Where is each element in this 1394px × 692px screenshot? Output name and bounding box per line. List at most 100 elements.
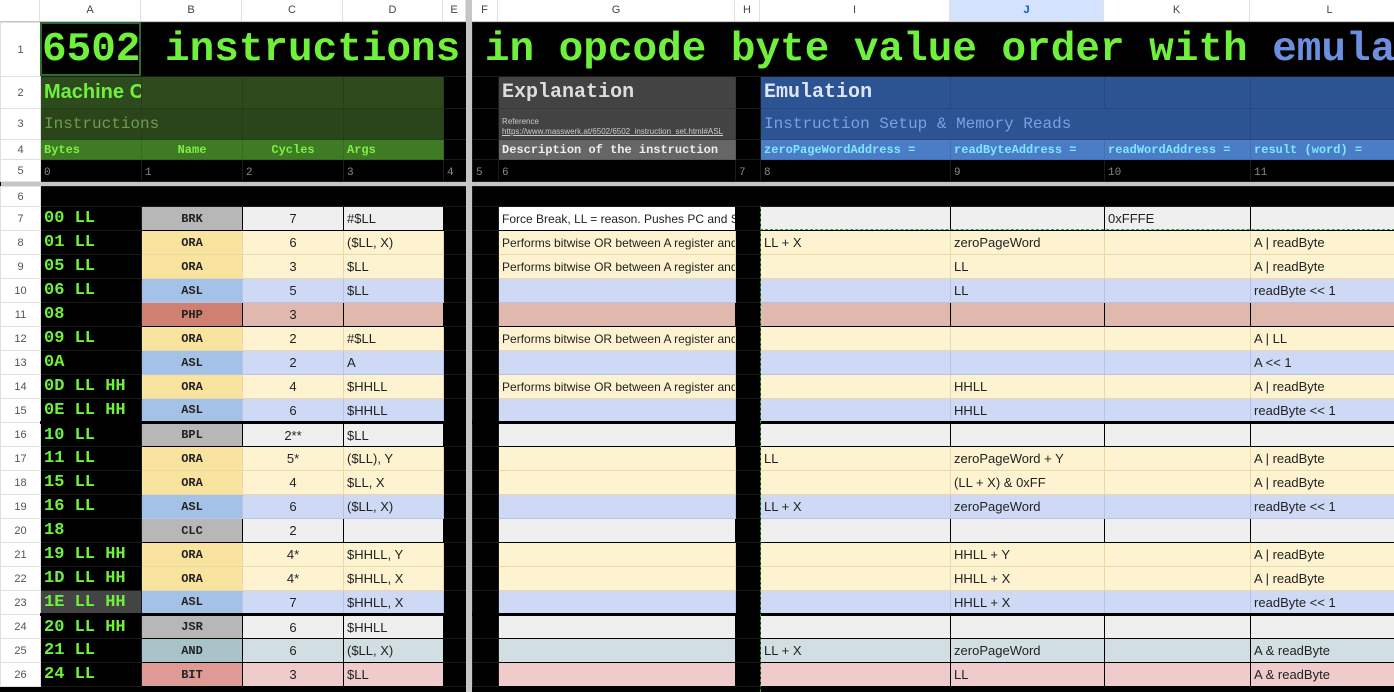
- read-byte-address-cell[interactable]: (LL + X) & 0xFF: [950, 470, 1106, 495]
- read-byte-address-cell[interactable]: HHLL: [950, 374, 1106, 399]
- zero-page-word-address-cell[interactable]: [760, 542, 952, 567]
- description-cell[interactable]: Performs bitwise OR between A register a…: [498, 230, 737, 255]
- spacer-cell[interactable]: [735, 302, 762, 327]
- spacer-cell[interactable]: [472, 302, 500, 327]
- opcode-bytes-cell[interactable]: 09 LL: [40, 326, 142, 351]
- spacer-cell[interactable]: [442, 374, 468, 399]
- read-word-address-cell[interactable]: [1104, 614, 1252, 639]
- spacer-cell[interactable]: [735, 206, 762, 231]
- description-cell[interactable]: [498, 446, 737, 471]
- row-header[interactable]: 9: [0, 254, 41, 279]
- read-word-address-cell[interactable]: [1104, 638, 1252, 663]
- read-word-address-cell[interactable]: [1104, 518, 1252, 543]
- reference-cell[interactable]: Reference https://www.masswerk.at/6502/6…: [498, 108, 737, 140]
- header-cycles[interactable]: Cycles: [242, 139, 344, 160]
- read-word-address-cell[interactable]: [1104, 374, 1252, 399]
- description-cell[interactable]: [498, 614, 737, 639]
- zero-page-word-address-cell[interactable]: [760, 590, 952, 616]
- result-cell[interactable]: A | readByte: [1250, 446, 1394, 471]
- column-header-e[interactable]: E: [443, 0, 466, 21]
- description-cell[interactable]: [498, 638, 737, 663]
- description-cell[interactable]: [498, 590, 737, 616]
- zero-page-word-address-cell[interactable]: [760, 614, 952, 639]
- spacer-cell[interactable]: [442, 470, 468, 495]
- args-cell[interactable]: $HHLL, X: [343, 590, 444, 616]
- cycles-cell[interactable]: 5: [242, 278, 344, 303]
- spacer-cell[interactable]: [472, 614, 500, 639]
- spacer-cell[interactable]: [472, 326, 500, 351]
- result-cell[interactable]: A | readByte: [1250, 470, 1394, 495]
- machine-code-heading[interactable]: Machine Code: [40, 76, 142, 109]
- spacer-cell[interactable]: [472, 638, 500, 663]
- spacer-cell[interactable]: [472, 662, 500, 687]
- row-header[interactable]: 1: [0, 22, 41, 77]
- spacer-cell[interactable]: [472, 566, 500, 591]
- reference-link[interactable]: https://www.masswerk.at/6502/6502_instru…: [502, 127, 732, 137]
- header-description[interactable]: Description of the instruction: [498, 139, 737, 160]
- column-header-g[interactable]: G: [498, 0, 735, 21]
- read-word-address-cell[interactable]: [1104, 494, 1252, 519]
- spacer-cell[interactable]: [442, 662, 468, 687]
- read-word-address-cell[interactable]: [1104, 326, 1252, 351]
- read-byte-address-cell[interactable]: [950, 350, 1106, 375]
- column-header-c[interactable]: C: [242, 0, 343, 21]
- read-byte-address-cell[interactable]: [950, 326, 1106, 351]
- cycles-cell[interactable]: 6: [242, 230, 344, 255]
- mnemonic-cell[interactable]: ORA: [141, 230, 243, 255]
- spacer-cell[interactable]: [735, 638, 762, 663]
- column-index[interactable]: 5: [472, 159, 500, 182]
- args-cell[interactable]: $HHLL, Y: [343, 542, 444, 567]
- opcode-bytes-cell[interactable]: 19 LL HH: [40, 542, 142, 567]
- header-read-word-address[interactable]: readWordAddress =: [1104, 139, 1252, 160]
- mnemonic-cell[interactable]: PHP: [141, 302, 243, 327]
- read-word-address-cell[interactable]: [1104, 422, 1252, 447]
- mnemonic-cell[interactable]: CLC: [141, 518, 243, 543]
- zero-page-word-address-cell[interactable]: LL + X: [760, 230, 952, 255]
- row-header[interactable]: 25: [0, 638, 41, 663]
- cycles-cell[interactable]: 7: [242, 590, 344, 616]
- emulation-heading[interactable]: Emulation: [760, 76, 952, 109]
- zero-page-word-address-cell[interactable]: [760, 350, 952, 375]
- opcode-bytes-cell[interactable]: 21 LL: [40, 638, 142, 663]
- mnemonic-cell[interactable]: ASL: [141, 278, 243, 303]
- cycles-cell[interactable]: 5*: [242, 446, 344, 471]
- opcode-bytes-cell[interactable]: 24 LL: [40, 662, 142, 687]
- result-cell[interactable]: A | readByte: [1250, 254, 1394, 279]
- spacer-cell[interactable]: [735, 278, 762, 303]
- row-header[interactable]: 10: [0, 278, 41, 303]
- opcode-bytes-cell[interactable]: 0A: [40, 350, 142, 375]
- opcode-bytes-cell[interactable]: 06 LL: [40, 278, 142, 303]
- args-cell[interactable]: $LL: [343, 662, 444, 687]
- result-cell[interactable]: A & readByte: [1250, 662, 1394, 687]
- read-word-address-cell[interactable]: [1104, 542, 1252, 567]
- header-zero-page-word-address[interactable]: zeroPageWordAddress =: [760, 139, 952, 160]
- read-byte-address-cell[interactable]: zeroPageWord: [950, 638, 1106, 663]
- spacer-cell[interactable]: [472, 494, 500, 519]
- header-read-byte-address[interactable]: readByteAddress =: [950, 139, 1106, 160]
- row-header[interactable]: 7: [0, 206, 41, 231]
- spacer-cell[interactable]: [735, 446, 762, 471]
- row-header[interactable]: 8: [0, 230, 41, 255]
- spacer-cell[interactable]: [735, 374, 762, 399]
- mnemonic-cell[interactable]: ASL: [141, 398, 243, 424]
- cycles-cell[interactable]: 4: [242, 374, 344, 399]
- zero-page-word-address-cell[interactable]: [760, 518, 952, 543]
- mnemonic-cell[interactable]: BIT: [141, 662, 243, 687]
- read-word-address-cell[interactable]: [1104, 254, 1252, 279]
- spacer-cell[interactable]: [442, 614, 468, 639]
- read-byte-address-cell[interactable]: [950, 422, 1106, 447]
- select-all-corner[interactable]: [0, 0, 40, 21]
- column-index[interactable]: 3: [343, 159, 444, 182]
- description-cell[interactable]: [498, 518, 737, 543]
- args-cell[interactable]: #$LL: [343, 206, 444, 231]
- mnemonic-cell[interactable]: ORA: [141, 374, 243, 399]
- description-cell[interactable]: [498, 566, 737, 591]
- opcode-bytes-cell[interactable]: 18: [40, 518, 142, 543]
- mnemonic-cell[interactable]: ORA: [141, 566, 243, 591]
- result-cell[interactable]: A & readByte: [1250, 638, 1394, 663]
- read-byte-address-cell[interactable]: HHLL + X: [950, 566, 1106, 591]
- opcode-bytes-cell[interactable]: 05 LL: [40, 254, 142, 279]
- column-index[interactable]: 1: [141, 159, 243, 182]
- description-cell[interactable]: Performs bitwise OR between A register a…: [498, 374, 737, 399]
- spacer-cell[interactable]: [472, 230, 500, 255]
